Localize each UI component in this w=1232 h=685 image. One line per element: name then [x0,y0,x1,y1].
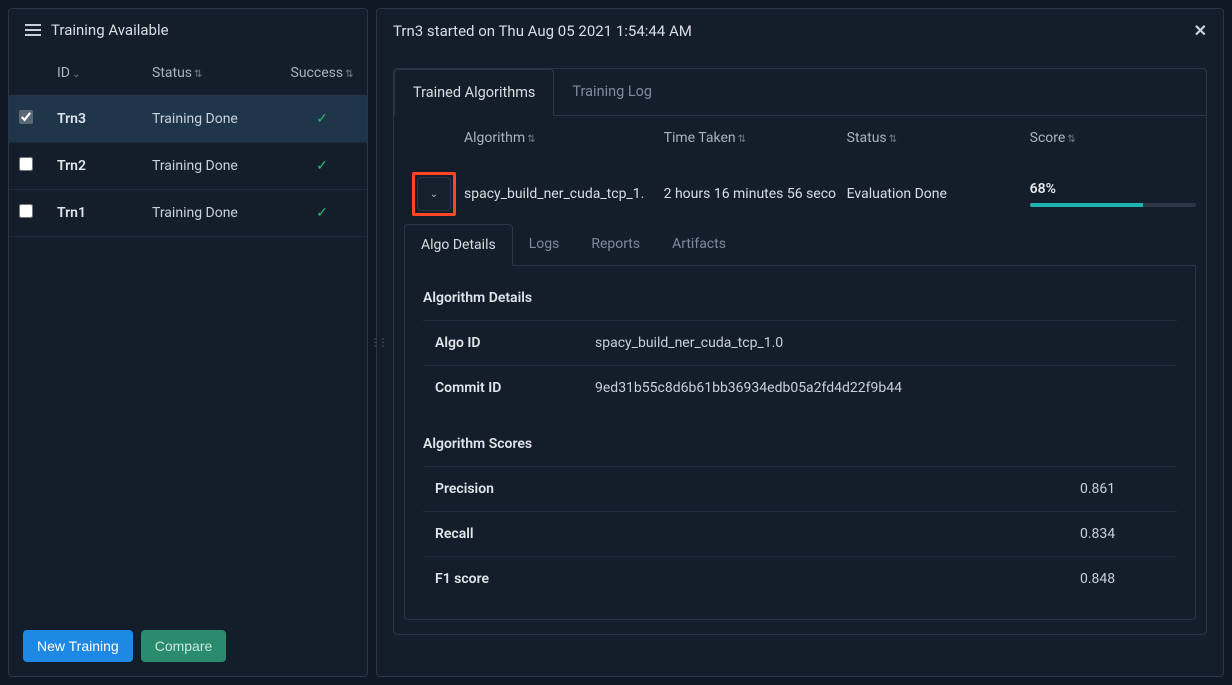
compare-button[interactable]: Compare [141,630,227,662]
row-checkbox[interactable] [19,110,33,124]
score-bar-fill [1030,203,1143,207]
success-check-icon: ✓ [287,111,357,127]
subtab-algo-details[interactable]: Algo Details [404,224,513,266]
tab-trained-algorithms[interactable]: Trained Algorithms [394,69,554,116]
training-id: Trn3 [57,111,152,127]
algo-row: ⌄ spacy_build_ner_cuda_tcp_1. 2 hours 16… [394,160,1206,216]
sort-icon: ⇅ [194,69,202,80]
row-checkbox[interactable] [19,157,33,171]
new-training-button[interactable]: New Training [23,630,133,662]
col-id[interactable]: ID⌄ [57,65,152,81]
training-status: Training Done [152,158,287,174]
chevron-down-icon: ⌄ [72,69,80,80]
training-list-title: Training Available [51,21,169,39]
training-list-header: Training Available [9,9,367,51]
subtab-reports[interactable]: Reports [575,224,656,265]
training-id: Trn1 [57,205,152,221]
col-score[interactable]: Score⇅ [1030,130,1196,146]
training-id: Trn2 [57,158,152,174]
commit-id-row: Commit ID 9ed31b55c8d6b61bb36934edb05a2f… [423,365,1177,410]
training-detail-panel: Trn3 started on Thu Aug 05 2021 1:54:44 … [376,8,1224,677]
algo-status: Evaluation Done [847,186,1030,202]
tab-training-log[interactable]: Training Log [554,69,670,115]
training-row[interactable]: Trn2 Training Done ✓ [9,143,367,190]
training-list-panel: Training Available ID⌄ Status⇅ Success⇅ … [8,8,368,677]
algo-scores-heading: Algorithm Scores [423,430,1177,466]
algo-score: 68% [1030,181,1196,207]
resize-handle[interactable]: ⋮⋮ [370,337,386,348]
algo-details-heading: Algorithm Details [423,284,1177,320]
training-row[interactable]: Trn3 Training Done ✓ [9,96,367,143]
success-check-icon: ✓ [287,158,357,174]
subtab-artifacts[interactable]: Artifacts [656,224,742,265]
algo-details-body: Algorithm Details Algo ID spacy_build_ne… [404,266,1196,620]
detail-title: Trn3 started on Thu Aug 05 2021 1:54:44 … [393,22,692,40]
algo-table-header: Algorithm⇅ Time Taken⇅ Status⇅ Score⇅ [394,116,1206,160]
col-algo-status[interactable]: Status⇅ [847,130,1030,146]
training-table-header: ID⌄ Status⇅ Success⇅ [9,51,367,96]
detail-tabs: Trained Algorithms Training Log [394,69,1206,116]
training-status: Training Done [152,111,287,127]
row-checkbox[interactable] [19,204,33,218]
algo-name: spacy_build_ner_cuda_tcp_1. [464,186,664,202]
expand-row-button[interactable]: ⌄ [417,177,451,211]
menu-icon[interactable] [25,24,41,36]
col-success[interactable]: Success⇅ [287,65,357,81]
training-list-footer: New Training Compare [9,616,367,676]
col-time[interactable]: Time Taken⇅ [664,130,847,146]
training-status: Training Done [152,205,287,221]
success-check-icon: ✓ [287,205,357,221]
subtab-logs[interactable]: Logs [513,224,576,265]
algo-time: 2 hours 16 minutes 56 seco [664,186,847,202]
algo-id-row: Algo ID spacy_build_ner_cuda_tcp_1.0 [423,320,1177,365]
precision-row: Precision 0.861 [423,466,1177,511]
f1-row: F1 score 0.848 [423,556,1177,601]
algo-subtabs: Algo Details Logs Reports Artifacts [404,224,1196,266]
col-status[interactable]: Status⇅ [152,65,287,81]
tutorial-highlight: ⌄ [412,172,456,216]
sort-icon: ⇅ [345,69,353,80]
detail-header: Trn3 started on Thu Aug 05 2021 1:54:44 … [377,9,1223,52]
col-algorithm[interactable]: Algorithm⇅ [464,130,664,146]
recall-row: Recall 0.834 [423,511,1177,556]
chevron-down-icon: ⌄ [430,189,438,200]
close-icon[interactable]: ✕ [1194,21,1207,40]
training-row[interactable]: Trn1 Training Done ✓ [9,190,367,237]
